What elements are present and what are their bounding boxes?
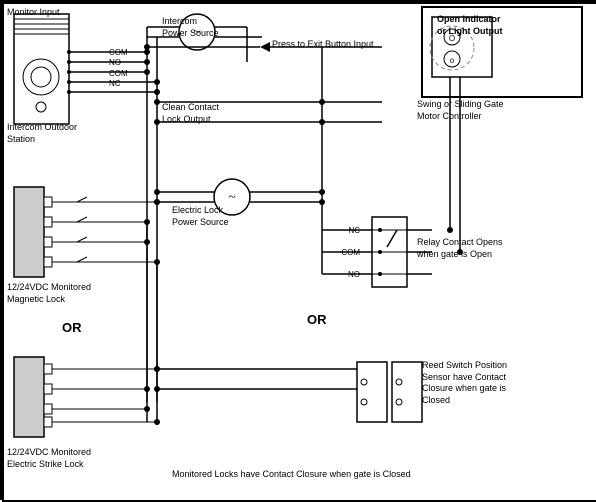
monitored-locks-note-label: Monitored Locks have Contact Closure whe… xyxy=(172,469,411,481)
svg-text:COM: COM xyxy=(109,48,128,57)
relay-contact-label: Relay Contact Openswhen gate is Open xyxy=(417,237,503,260)
svg-text:~: ~ xyxy=(228,190,236,205)
monitor-input-label: Monitor Input xyxy=(7,7,60,19)
swing-gate-label: Swing or Sliding GateMotor Controller xyxy=(417,99,504,122)
electric-lock-power-label: Electric LockPower Source xyxy=(172,205,229,228)
intercom-power-source-label: IntercomPower Source xyxy=(162,16,219,39)
magnetic-lock-label: 12/24VDC MonitoredMagnetic Lock xyxy=(7,282,91,305)
or2-label: OR xyxy=(307,312,327,329)
reed-switch-label: Reed Switch PositionSensor have ContactC… xyxy=(422,360,507,407)
clean-contact-label: Clean ContactLock Output xyxy=(162,102,219,125)
electric-strike-label: 12/24VDC MonitoredElectric Strike Lock xyxy=(7,447,91,470)
svg-text:o: o xyxy=(450,56,455,65)
svg-text:NC: NC xyxy=(109,79,121,88)
svg-text:NO: NO xyxy=(109,58,121,67)
open-indicator-label: Open Indicatoror Light Output xyxy=(437,14,502,37)
svg-text:COM: COM xyxy=(109,69,128,78)
intercom-outdoor-station-label: Intercom OutdoorStation xyxy=(7,122,77,145)
wiring-diagram: ~ COM NO COM NC xyxy=(0,0,596,500)
press-to-exit-label: Press to Exit Button Input xyxy=(272,39,374,51)
or1-label: OR xyxy=(62,320,82,337)
